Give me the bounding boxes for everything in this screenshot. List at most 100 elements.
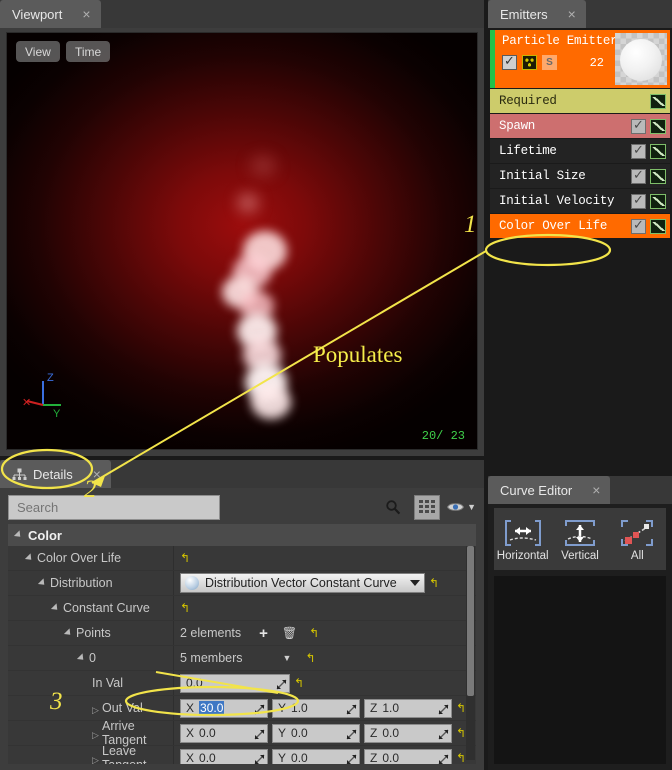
vector-z-field[interactable]: Z 0.0 (364, 748, 452, 765)
add-element-icon[interactable]: + (259, 625, 268, 642)
spinner-drag-icon[interactable] (346, 728, 357, 740)
numeric-value: 1.0 (291, 701, 308, 715)
trash-icon[interactable]: 🗑 (282, 626, 297, 640)
reset-arrow-icon[interactable]: ↰ (429, 576, 439, 590)
grid-view-icon[interactable] (414, 494, 441, 520)
reset-arrow-icon[interactable]: ↰ (305, 651, 315, 665)
module-curve-icon[interactable] (650, 218, 666, 234)
chevron-open-icon[interactable] (24, 553, 35, 563)
reset-arrow-icon[interactable]: ↰ (294, 676, 304, 690)
details-scrollbar[interactable] (466, 546, 475, 760)
property-row[interactable]: Constant Curve ↰ (8, 596, 476, 621)
close-icon[interactable]: × (568, 7, 576, 21)
reset-arrow-icon[interactable]: ↰ (180, 601, 190, 615)
vector-z-field[interactable]: Z 0.0 (364, 723, 452, 743)
reset-arrow-icon[interactable]: ↰ (309, 626, 319, 640)
property-name-cell: Arrive Tangent (8, 719, 173, 747)
spinner-drag-icon[interactable] (438, 753, 449, 765)
scrollbar-thumb[interactable] (467, 546, 474, 696)
chevron-closed-icon[interactable] (92, 729, 97, 737)
visibility-eye-button[interactable]: ▼ (446, 500, 476, 514)
spinner-drag-icon[interactable] (254, 753, 265, 765)
spinner-drag-icon[interactable] (254, 728, 265, 740)
spinner-drag-icon[interactable] (276, 678, 287, 690)
chevron-open-icon[interactable] (76, 653, 87, 663)
module-curve-icon[interactable] (650, 118, 666, 134)
fit-vertical-button[interactable]: Vertical (554, 516, 606, 562)
emitters-panel: Emitters × Particle Emitter S 22 (488, 0, 672, 456)
vector-y-field[interactable]: Y 0.0 (272, 748, 360, 765)
reset-arrow-icon[interactable]: ↰ (456, 726, 466, 740)
emitter-thumbnail[interactable] (615, 33, 667, 85)
emitter-enabled-checkbox[interactable] (502, 53, 517, 70)
module-curve-icon[interactable] (650, 93, 666, 109)
property-row[interactable]: Leave Tangent X 0.0 Y 0.0 Z 0.0 ↰ (8, 744, 476, 765)
module-curve-icon[interactable] (650, 193, 666, 209)
viewport-time-button[interactable]: Time (66, 41, 111, 62)
reset-arrow-icon[interactable]: ↰ (456, 701, 466, 715)
emitter-module-row[interactable]: Lifetime (490, 139, 670, 163)
emitter-module-row[interactable]: Color Over Life (490, 214, 670, 238)
reset-arrow-icon[interactable]: ↰ (180, 551, 190, 565)
chevron-open-icon[interactable] (63, 628, 74, 638)
solo-badge[interactable]: S (542, 55, 557, 70)
vector-y-field[interactable]: Y 0.0 (272, 723, 360, 743)
property-section-header[interactable]: Color (8, 524, 476, 546)
property-row[interactable]: 0 5 members ▼ ↰ (8, 646, 476, 671)
vector-x-field[interactable]: X 30.0 (180, 698, 268, 718)
module-curve-icon[interactable] (650, 143, 666, 159)
close-icon[interactable]: × (592, 483, 600, 497)
fit-all-button[interactable]: All (611, 516, 663, 562)
emitter-header[interactable]: Particle Emitter S 22 (490, 30, 670, 88)
spinner-drag-icon[interactable] (438, 728, 449, 740)
property-row[interactable]: In Val 0.0 ↰ (8, 671, 476, 696)
tab-curve-editor[interactable]: Curve Editor × (488, 476, 611, 504)
emitter-module-row[interactable]: Required (490, 89, 670, 113)
spinner-drag-icon[interactable] (438, 703, 449, 715)
tab-viewport[interactable]: Viewport × (0, 0, 101, 28)
chevron-open-icon[interactable] (50, 603, 61, 613)
tab-emitters[interactable]: Emitters × (488, 0, 586, 28)
module-enabled-checkbox[interactable] (631, 192, 646, 209)
spinner-drag-icon[interactable] (346, 703, 357, 715)
viewport-view-button[interactable]: View (16, 41, 60, 62)
vector-z-field[interactable]: Z 1.0 (364, 698, 452, 718)
vector-y-field[interactable]: Y 1.0 (272, 698, 360, 718)
property-row[interactable]: Distribution Distribution Vector Constant… (8, 571, 476, 596)
property-row[interactable]: Color Over Life ↰ (8, 546, 476, 571)
chevron-down-icon[interactable]: ▼ (283, 653, 292, 663)
viewport-render-area[interactable]: View Time Z Y ✕ 20/ 23 (6, 32, 478, 450)
emitter-module-row[interactable]: Initial Size (490, 164, 670, 188)
axis-label: Y (278, 701, 287, 715)
property-row[interactable]: Arrive Tangent X 0.0 Y 0.0 Z 0.0 ↰ (8, 719, 476, 747)
emitter-module-row[interactable]: Initial Velocity (490, 189, 670, 213)
property-row[interactable]: Out Val X 30.0 Y 1.0 Z 1.0 ↰ (8, 696, 476, 721)
chevron-down-icon[interactable]: ▼ (467, 502, 476, 512)
spinner-drag-icon[interactable] (254, 703, 265, 715)
close-icon[interactable]: × (82, 7, 90, 21)
chevron-closed-icon[interactable] (92, 754, 97, 762)
distribution-dropdown[interactable]: Distribution Vector Constant Curve (180, 573, 425, 593)
fit-horizontal-button[interactable]: Horizontal (497, 516, 549, 562)
module-enabled-checkbox[interactable] (631, 217, 646, 234)
emitter-module-list: Required Spawn Lifetime Initial Size Initial… (490, 89, 670, 238)
chevron-down-icon[interactable] (410, 580, 420, 586)
vector-x-field[interactable]: X 0.0 (180, 723, 268, 743)
module-enabled-checkbox[interactable] (631, 117, 646, 134)
chevron-closed-icon[interactable] (92, 704, 97, 712)
in-val-field[interactable]: 0.0 (180, 673, 290, 693)
module-enabled-checkbox[interactable] (631, 142, 646, 159)
vector-x-field[interactable]: X 0.0 (180, 748, 268, 765)
tabstrip-filler (585, 0, 672, 28)
emitter-module-row[interactable]: Spawn (490, 114, 670, 138)
reset-arrow-icon[interactable]: ↰ (456, 751, 466, 764)
axis-label: Y (278, 751, 287, 764)
module-curve-icon[interactable] (650, 168, 666, 184)
spinner-drag-icon[interactable] (346, 753, 357, 765)
curve-editor-graph[interactable] (494, 576, 666, 764)
module-enabled-checkbox[interactable] (631, 167, 646, 184)
search-input[interactable] (8, 494, 220, 520)
renderer-icon[interactable] (522, 55, 537, 70)
chevron-open-icon[interactable] (37, 578, 48, 588)
property-row[interactable]: Points 2 elements + 🗑 ↰ (8, 621, 476, 646)
